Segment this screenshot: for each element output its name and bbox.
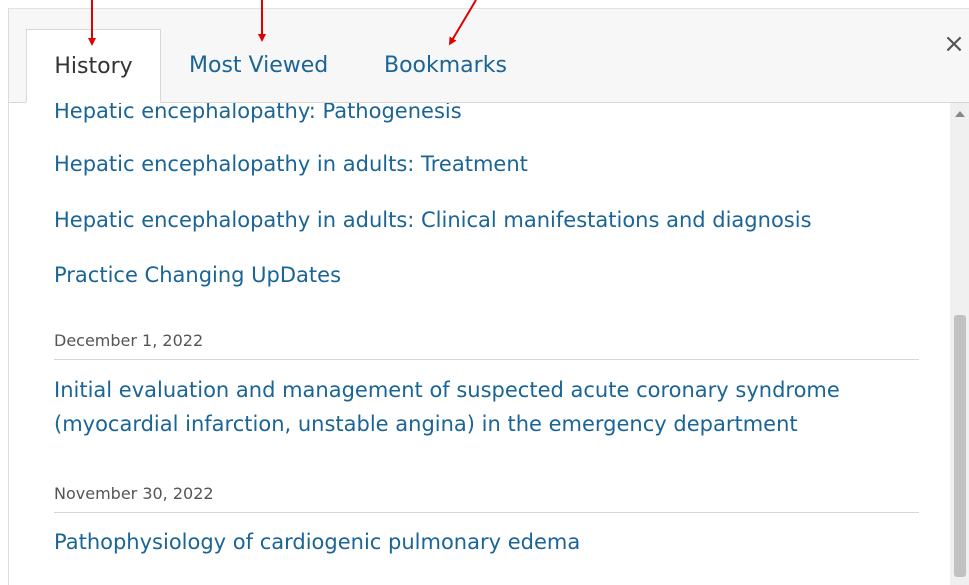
history-link[interactable]: Pathophysiology of cardiogenic pulmonary…	[54, 525, 580, 559]
history-link[interactable]: Hepatic encephalopathy in adults: Treatm…	[54, 147, 528, 181]
history-link[interactable]: Hepatic encephalopathy: Pathogenesis	[54, 103, 462, 128]
scrollbar[interactable]	[950, 103, 969, 585]
tab-most-viewed[interactable]: Most Viewed	[189, 29, 328, 102]
history-panel: History Most Viewed Bookmarks × Hepatic …	[8, 8, 969, 585]
date-header: November 30, 2022	[54, 484, 919, 513]
history-link[interactable]: Hepatic encephalopathy in adults: Clinic…	[54, 203, 812, 237]
tab-bar: History Most Viewed Bookmarks ×	[9, 9, 969, 103]
history-list: Hepatic encephalopathy: Pathogenesis Hep…	[9, 103, 949, 585]
close-icon[interactable]: ×	[943, 31, 965, 57]
history-popup: History Most Viewed Bookmarks × Hepatic …	[0, 0, 969, 585]
date-header: December 1, 2022	[54, 331, 919, 360]
tab-history[interactable]: History	[26, 29, 161, 103]
history-link[interactable]: Practice Changing UpDates	[54, 258, 341, 292]
history-link[interactable]: Initial evaluation and management of sus…	[54, 373, 894, 441]
scrollbar-thumb[interactable]	[954, 315, 966, 577]
tab-bookmarks[interactable]: Bookmarks	[384, 29, 507, 102]
scroll-up-arrow-icon[interactable]	[955, 111, 965, 117]
